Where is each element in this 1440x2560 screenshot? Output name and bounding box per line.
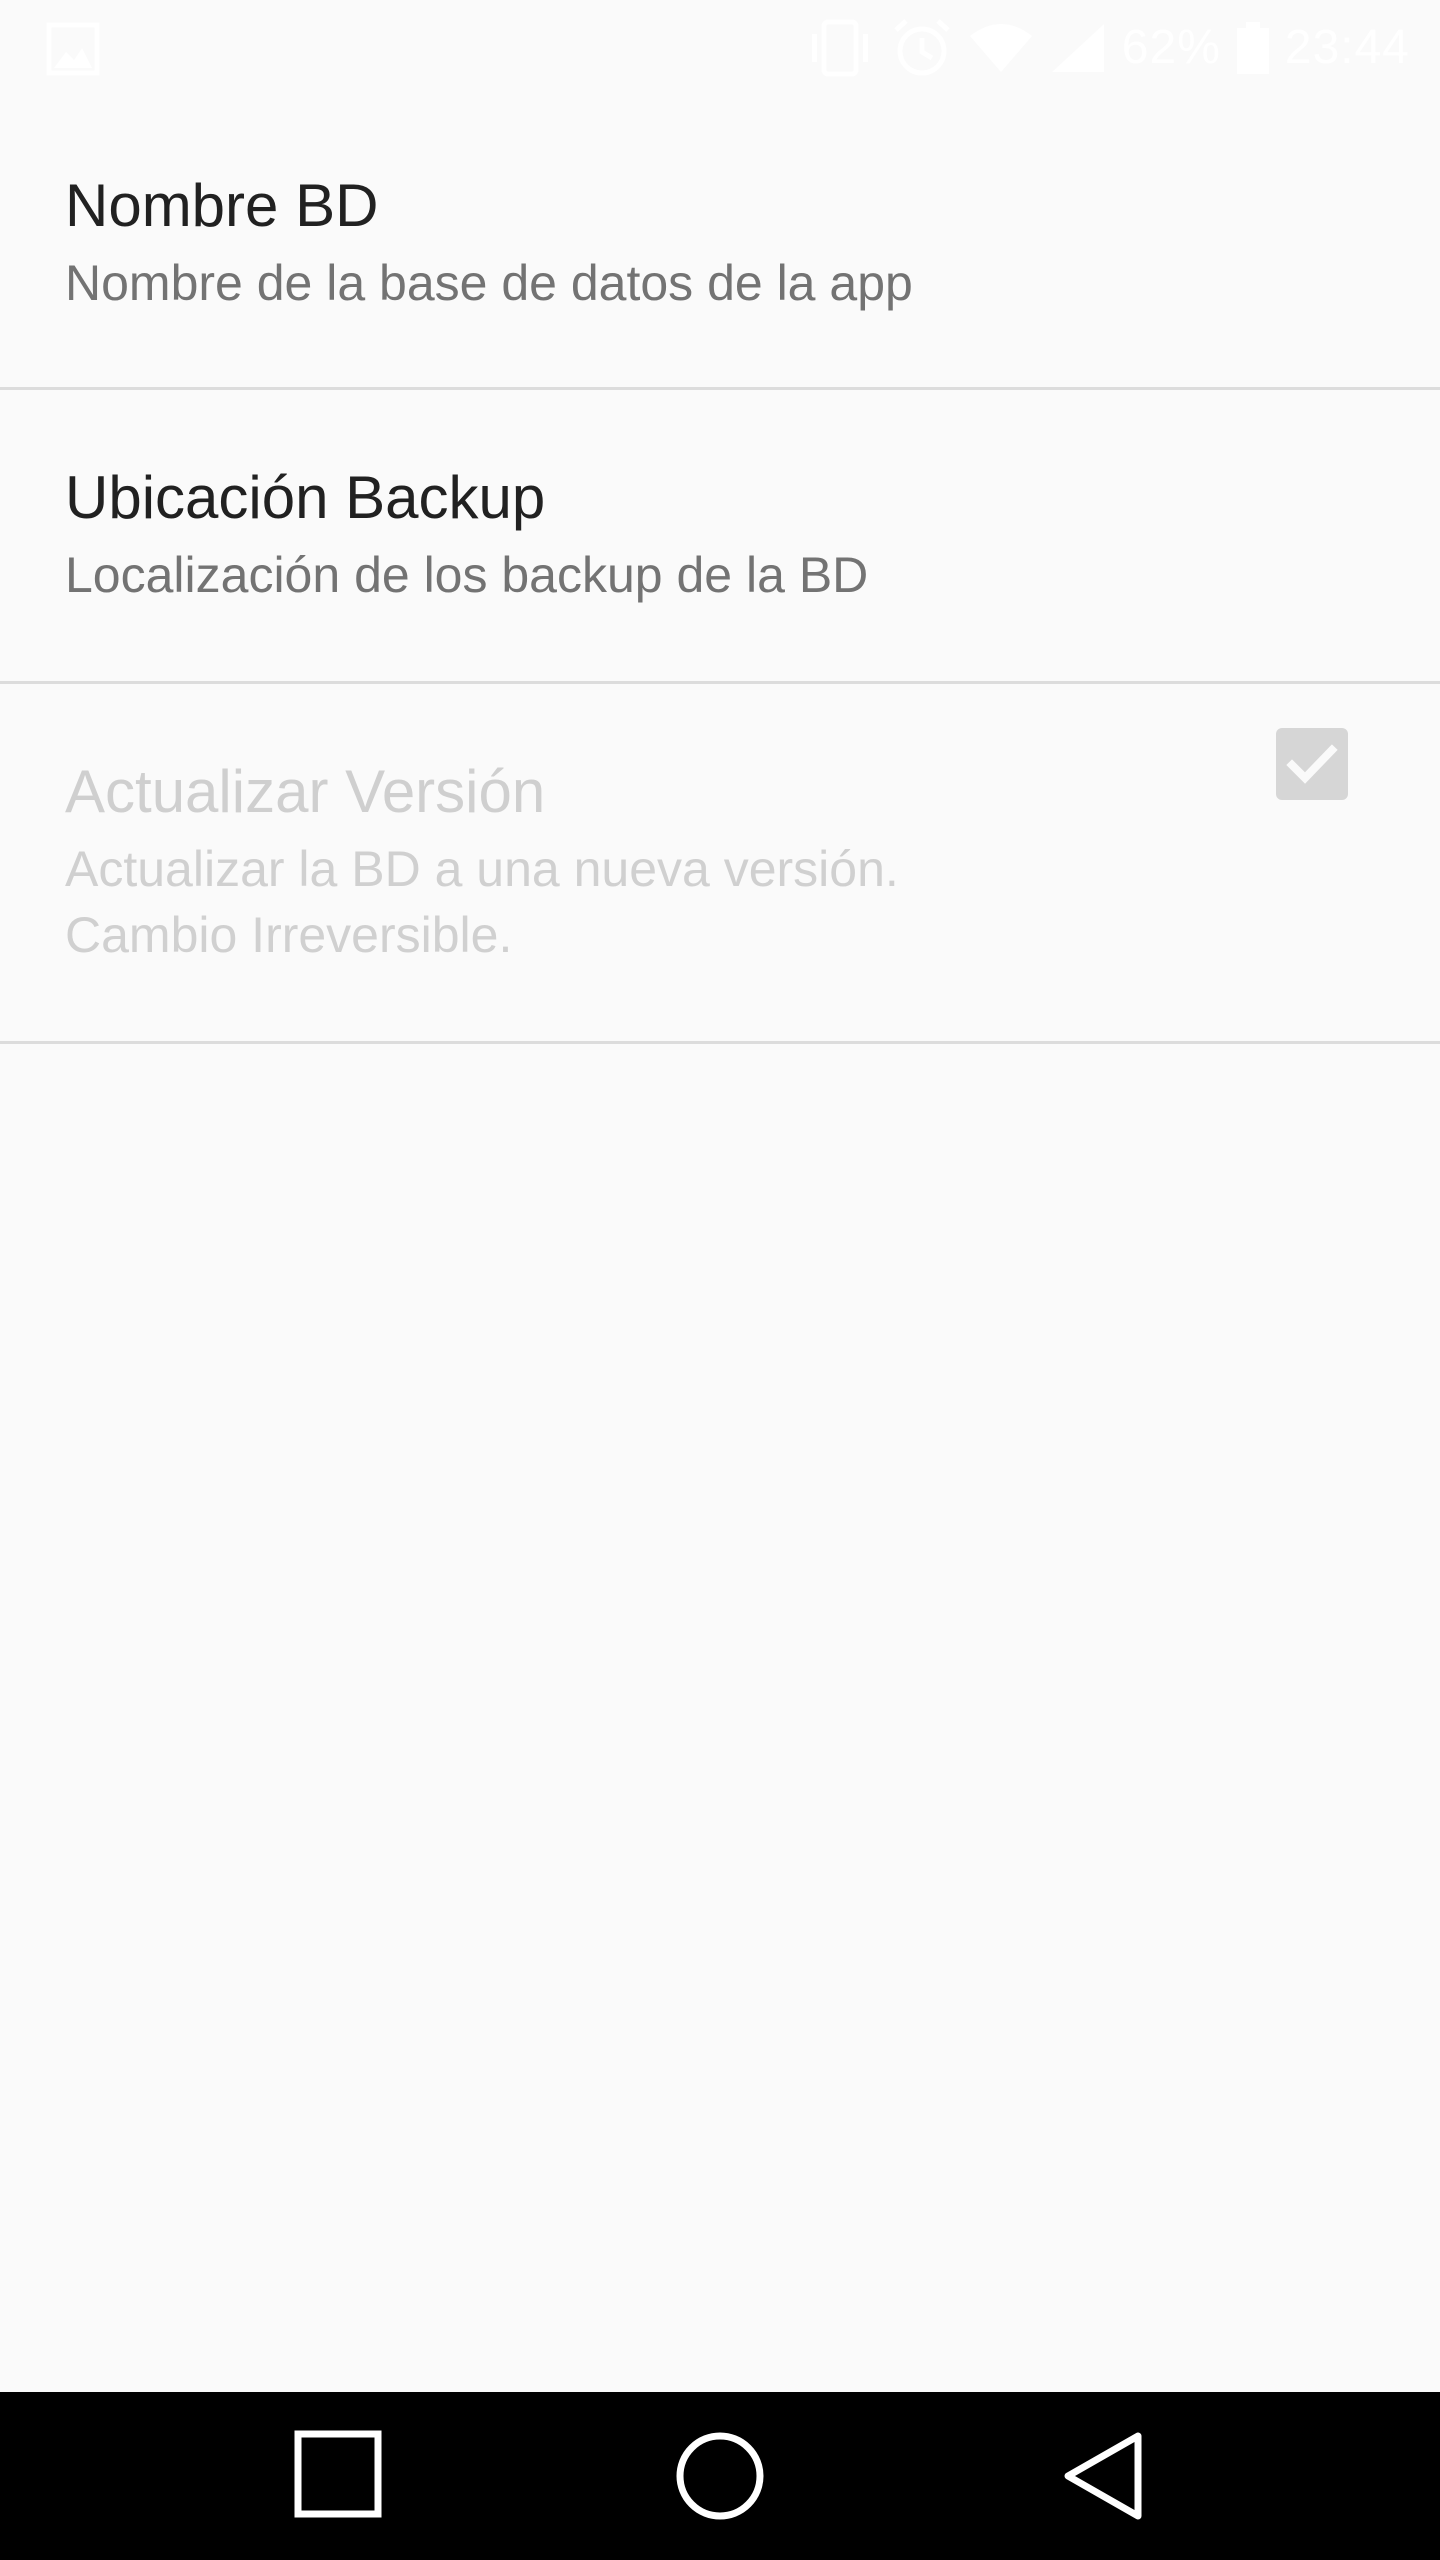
home-icon	[676, 2432, 764, 2520]
pref-title: Ubicación Backup	[65, 464, 546, 531]
pref-item-db-name[interactable]: Nombre BD Nombre de la base de datos de …	[0, 96, 1440, 390]
back-icon	[1064, 2432, 1142, 2520]
back-button[interactable]	[1002, 2392, 1202, 2560]
pref-item-backup-location[interactable]: Ubicación Backup Localización de los bac…	[0, 390, 1440, 684]
home-button[interactable]	[620, 2392, 820, 2560]
wifi-icon	[968, 20, 1034, 76]
recents-icon	[294, 2430, 382, 2518]
pref-summary: Actualizar la BD a una nueva versión. Ca…	[65, 841, 899, 963]
vibrate-icon	[804, 18, 876, 78]
pref-item-update-version: Actualizar Versión Actualizar la BD a un…	[0, 684, 1440, 1044]
update-version-checkbox	[1276, 728, 1348, 800]
recents-button[interactable]	[238, 2392, 438, 2560]
signal-icon	[1048, 20, 1108, 76]
pref-summary: Nombre de la base de datos de la app	[65, 255, 913, 311]
preferences-list: Nombre BD Nombre de la base de datos de …	[0, 96, 1440, 1044]
battery-percentage: 62%	[1121, 21, 1221, 74]
check-icon	[1286, 744, 1338, 784]
status-icons: 62% 23:44	[804, 16, 1410, 80]
pref-title: Actualizar Versión	[65, 758, 546, 825]
battery-icon	[1235, 20, 1271, 76]
navigation-bar	[0, 2392, 1440, 2560]
pref-summary: Localización de los backup de la BD	[65, 547, 869, 603]
status-bar: 62% 23:44	[0, 0, 1440, 96]
alarm-icon	[890, 16, 954, 80]
clock: 23:44	[1284, 21, 1410, 74]
pref-title: Nombre BD	[65, 172, 379, 239]
image-notification-icon	[46, 22, 100, 81]
